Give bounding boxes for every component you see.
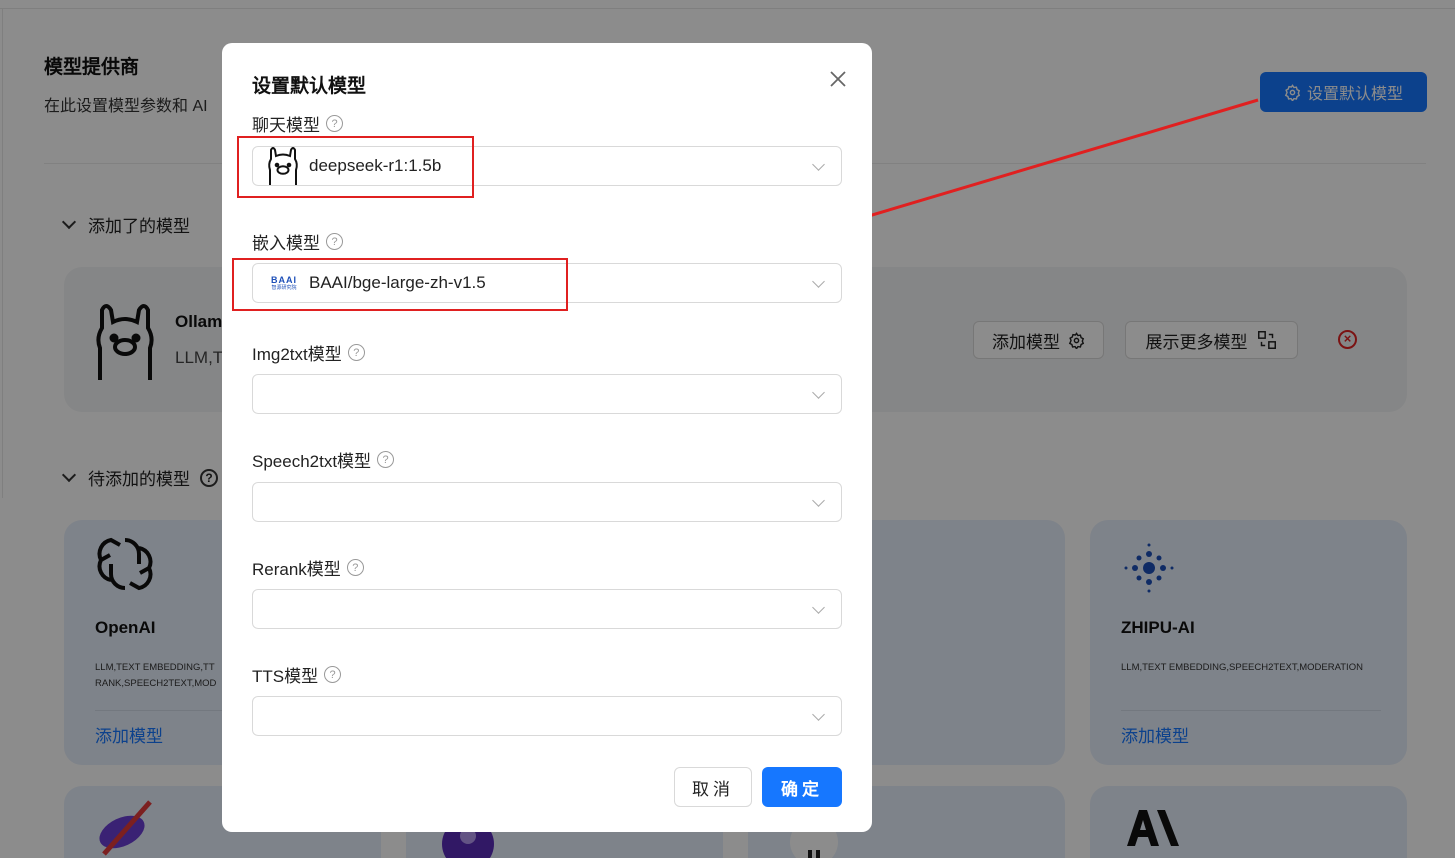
help-icon[interactable]: ?	[326, 233, 343, 250]
help-icon[interactable]: ?	[324, 666, 342, 683]
ok-button[interactable]: 确定	[762, 767, 842, 807]
help-icon[interactable]: ?	[326, 115, 343, 132]
img2txt-model-label: Img2txt模型 ?	[252, 340, 365, 365]
tts-model-label: TTS模型 ?	[252, 662, 342, 687]
rerank-model-label: Rerank模型 ?	[252, 555, 364, 580]
set-default-model-dialog: 设置默认模型 聊天模型 ? deepseek-r1:1.5b 嵌入模型 ? BA…	[222, 43, 872, 832]
field-label-text: 嵌入模型	[252, 234, 320, 253]
tts-model-select[interactable]	[252, 696, 842, 736]
speech2txt-model-label: Speech2txt模型 ?	[252, 447, 395, 472]
chevron-down-icon	[812, 601, 825, 614]
chevron-down-icon	[812, 275, 825, 288]
rerank-model-select[interactable]	[252, 589, 842, 629]
field-label-text: Img2txt模型	[252, 345, 342, 364]
annotation-highlight-box	[232, 258, 568, 311]
field-label-text: Rerank模型	[252, 560, 341, 579]
chevron-down-icon	[812, 494, 825, 507]
help-icon[interactable]: ?	[347, 344, 365, 361]
field-label-text: 聊天模型	[252, 116, 320, 135]
help-icon[interactable]: ?	[377, 451, 395, 468]
img2txt-model-select[interactable]	[252, 374, 842, 414]
dialog-title: 设置默认模型	[252, 76, 367, 97]
chevron-down-icon	[812, 386, 825, 399]
chevron-down-icon	[812, 158, 825, 171]
cancel-button[interactable]: 取消	[674, 767, 752, 807]
help-icon[interactable]: ?	[346, 559, 364, 576]
speech2txt-model-select[interactable]	[252, 482, 842, 522]
chevron-down-icon	[812, 708, 825, 721]
annotation-highlight-box	[237, 136, 474, 198]
embedding-model-label: 嵌入模型 ?	[252, 229, 343, 254]
chat-model-label: 聊天模型 ?	[252, 111, 343, 136]
field-label-text: TTS模型	[252, 667, 319, 686]
close-icon[interactable]	[826, 67, 850, 91]
field-label-text: Speech2txt模型	[252, 452, 372, 471]
